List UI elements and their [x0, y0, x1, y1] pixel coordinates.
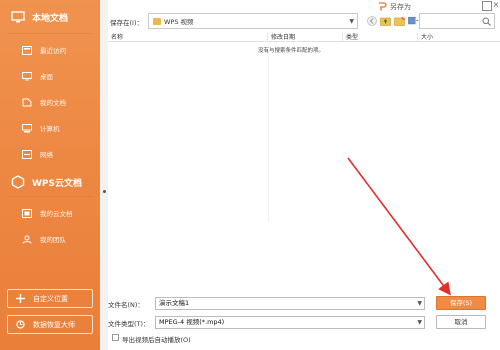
filetype-select[interactable]: MPEG-4 视频(*.mp4) ▼	[155, 316, 425, 329]
sidebar: 本地文档 最近访问 桌面 我的文档 计算机 网络 WPS云文档 我的云文档 我的…	[0, 0, 100, 350]
wps-logo-icon	[378, 2, 387, 11]
file-list[interactable]: 名称 修改日期 类型 大小 没有与搜索条件匹配的项。	[108, 33, 500, 285]
plus-icon	[16, 294, 25, 303]
sidebar-item-label: 我的文档	[40, 99, 66, 107]
maximize-button[interactable]	[482, 1, 492, 11]
filename-value: 演示文稿1	[159, 299, 190, 307]
data-recovery-button[interactable]: 数据恢复大师	[7, 315, 93, 334]
sidebar-item-network[interactable]: 网络	[0, 141, 100, 167]
up-folder-icon[interactable]	[380, 15, 391, 26]
sidebar-item-label: 我的云文档	[40, 210, 73, 218]
filetype-value: MPEG-4 视频(*.mp4)	[159, 318, 225, 326]
sidebar-item-computer[interactable]: 计算机	[0, 115, 100, 141]
sidebar-section-label: WPS云文档	[32, 178, 83, 189]
filename-field[interactable]: 演示文稿1 ▼	[155, 297, 425, 310]
folder-icon	[153, 17, 161, 25]
sidebar-item-label: 网络	[40, 151, 53, 159]
sidebar-item-recent[interactable]: 最近访问	[0, 37, 100, 63]
filename-label: 文件名(N)：	[108, 301, 144, 309]
cloud-doc-icon	[22, 208, 32, 218]
sidebar-divider	[8, 33, 92, 34]
sidebar-item-my-cloud-docs[interactable]: 我的云文档	[0, 200, 100, 226]
filetype-label: 文件类型(T)：	[108, 320, 150, 328]
sidebar-section-cloud[interactable]: WPS云文档	[0, 171, 100, 193]
search-icon	[482, 17, 491, 26]
save-in-label: 保存在(I)：	[110, 19, 143, 27]
empty-message: 没有与搜索条件匹配的项。	[258, 48, 325, 54]
dialog-title: 另存为	[390, 3, 411, 11]
sidebar-gutter	[100, 0, 108, 350]
save-button[interactable]: 保存(S)	[436, 296, 486, 310]
folder-select-value: WPS 视频	[164, 18, 194, 26]
data-recovery-label: 数据恢复大师	[33, 320, 75, 329]
toolbar: 保存在(I)： WPS 视频 ▼	[108, 13, 500, 31]
sidebar-item-desktop[interactable]: 桌面	[0, 63, 100, 89]
custom-location-button[interactable]: 自定义位置	[7, 289, 93, 308]
cancel-button[interactable]: 取消	[436, 315, 486, 329]
search-input[interactable]	[419, 13, 495, 29]
autoplay-checkbox[interactable]	[112, 334, 119, 341]
save-form: 文件名(N)： 演示文稿1 ▼ 文件类型(T)： MPEG-4 视频(*.mp4…	[108, 290, 500, 350]
autoplay-label: 导出视频后自动播放(O)	[122, 336, 191, 344]
clock-icon	[22, 45, 32, 55]
new-folder-icon[interactable]	[394, 15, 405, 26]
chevron-down-icon[interactable]: ▼	[417, 298, 422, 309]
custom-location-label: 自定义位置	[33, 294, 68, 303]
chevron-down-icon: ▼	[349, 18, 354, 25]
sidebar-item-label: 计算机	[40, 125, 60, 133]
wps-cloud-icon	[10, 175, 26, 189]
recovery-icon	[16, 320, 25, 329]
column-header-date[interactable]: 修改日期	[268, 33, 343, 42]
desktop-icon	[22, 71, 32, 81]
close-icon[interactable]: ×	[492, 0, 500, 10]
toolbar-icons	[366, 15, 419, 26]
title-bar: 另存为 ×	[108, 0, 500, 12]
computer-icon	[22, 123, 32, 133]
monitor-icon	[10, 10, 26, 24]
column-header-type[interactable]: 类型	[343, 33, 418, 42]
team-icon	[22, 235, 32, 244]
list-header: 名称 修改日期 类型 大小	[108, 33, 500, 42]
column-header-size[interactable]: 大小	[418, 33, 500, 42]
column-header-name[interactable]: 名称	[108, 33, 268, 42]
folder-select[interactable]: WPS 视频 ▼	[148, 13, 358, 29]
network-icon	[22, 149, 32, 159]
sidebar-item-label: 最近访问	[40, 47, 66, 55]
sidebar-section-local[interactable]: 本地文档	[0, 4, 100, 30]
sidebar-section-label: 本地文档	[32, 13, 69, 24]
sidebar-item-label: 我的团队	[40, 236, 66, 244]
sidebar-item-label: 桌面	[40, 73, 53, 81]
chevron-down-icon[interactable]: ▼	[417, 317, 422, 328]
sidebar-item-my-docs[interactable]: 我的文档	[0, 89, 100, 115]
sidebar-item-my-team[interactable]: 我的团队	[0, 226, 100, 252]
column-divider	[268, 42, 269, 222]
view-menu-icon[interactable]	[408, 15, 419, 26]
bullet-dot	[103, 190, 106, 193]
sidebar-divider	[8, 196, 92, 197]
back-icon[interactable]	[366, 15, 377, 26]
document-icon	[22, 98, 32, 107]
